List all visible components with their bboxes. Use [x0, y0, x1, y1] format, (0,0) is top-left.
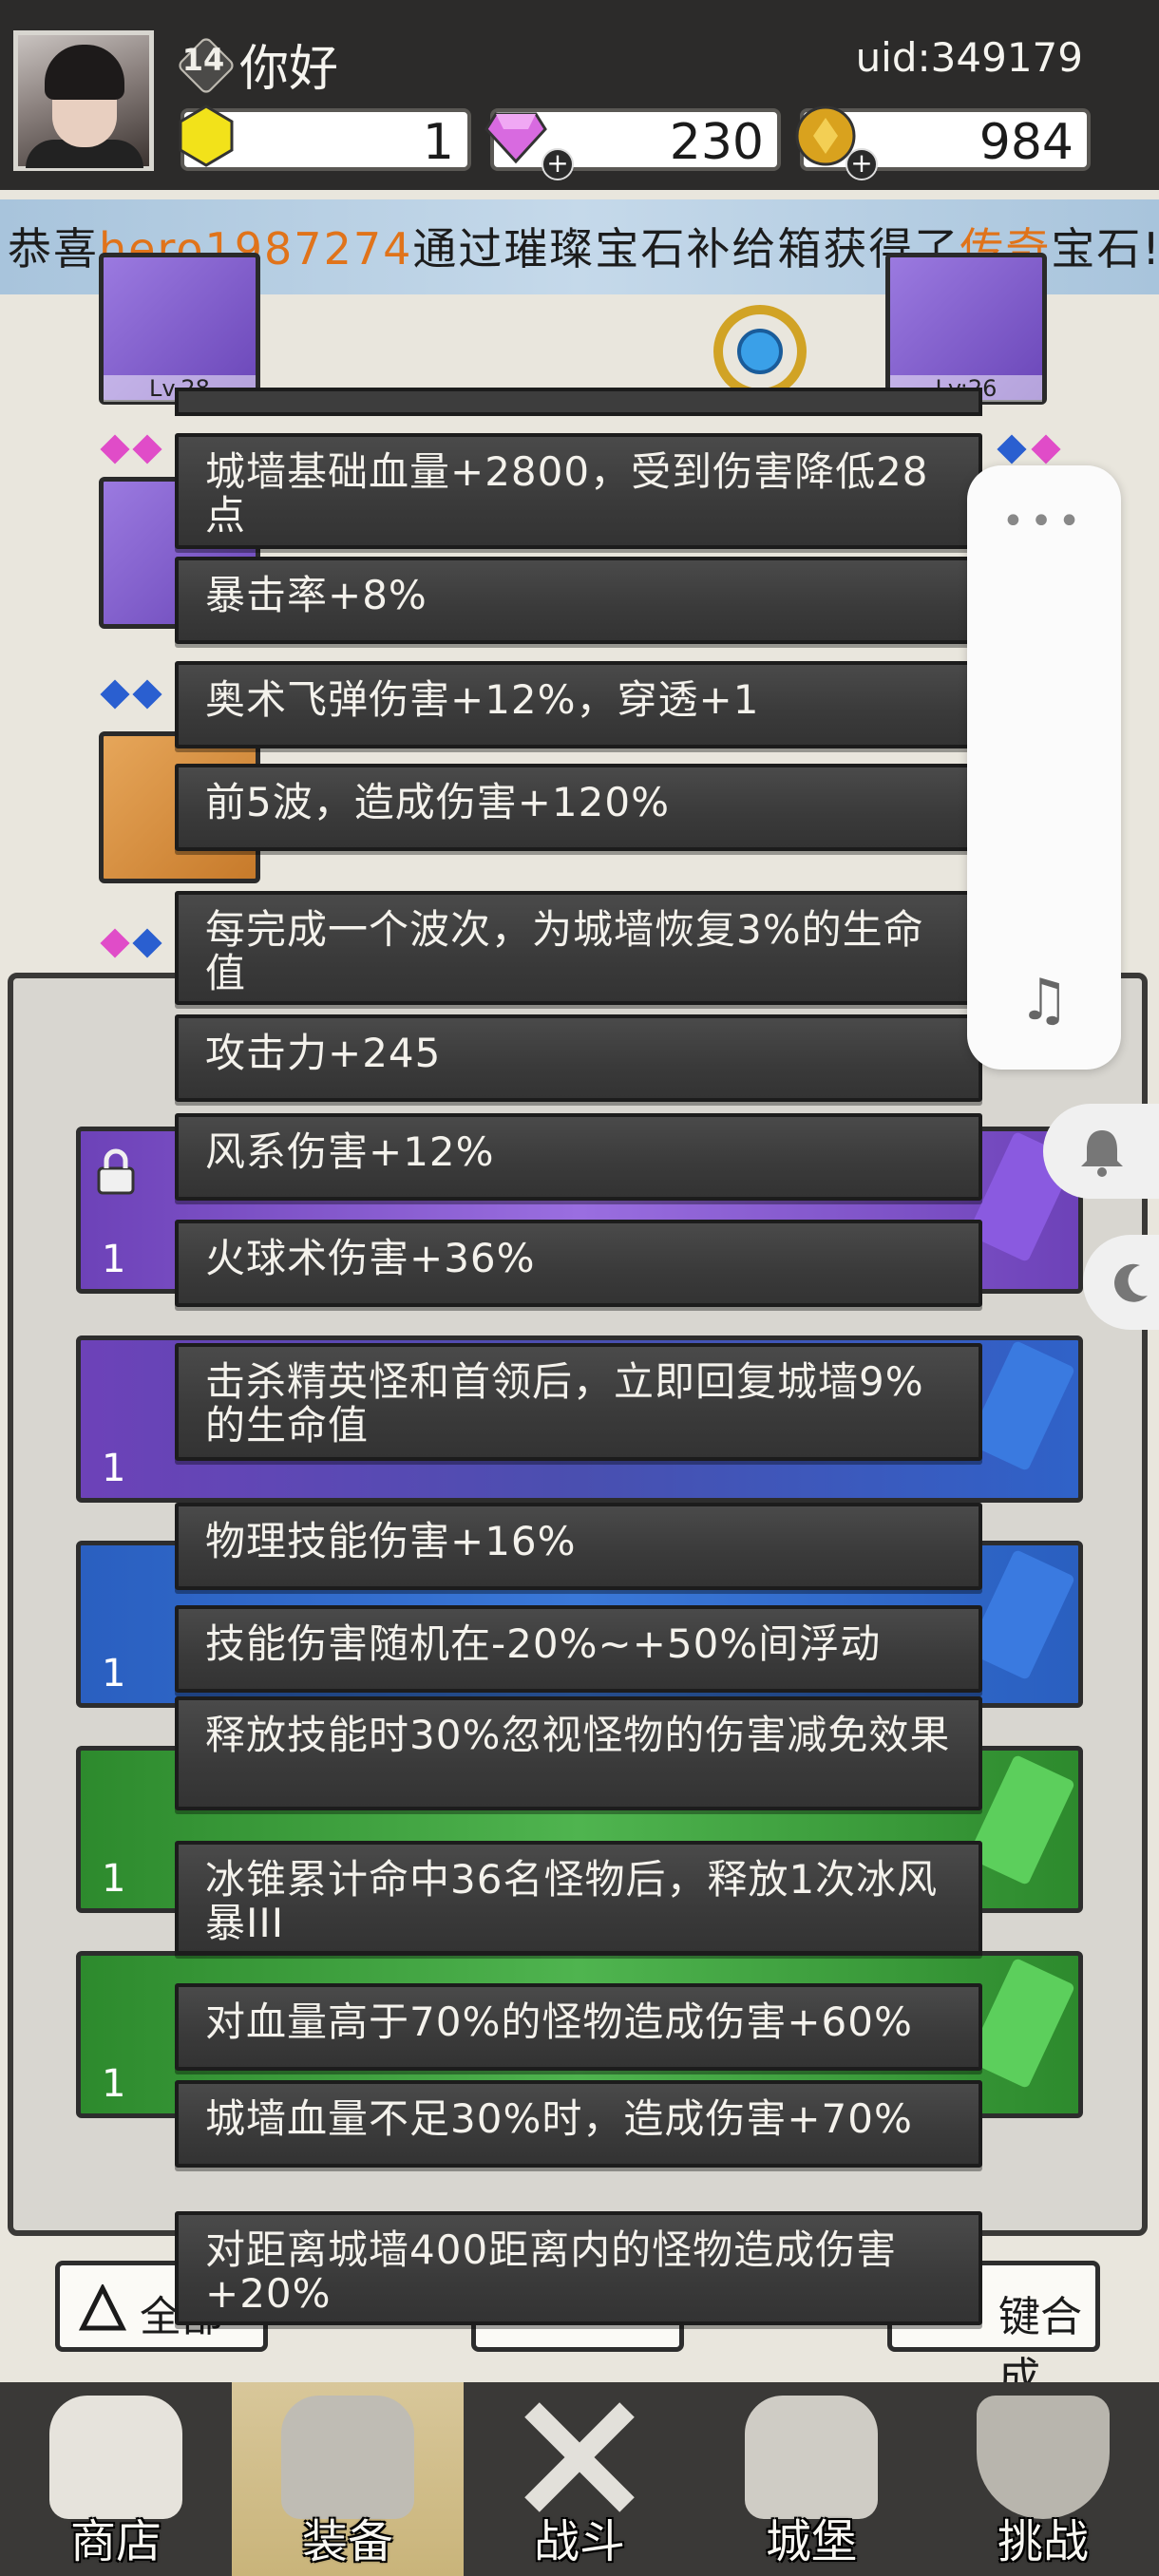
nav-equipment[interactable]: 装备 [232, 2382, 464, 2576]
nav-shop-label: 商店 [69, 2515, 162, 2568]
backpack-icon [281, 2396, 414, 2519]
nav-challenge[interactable]: 挑战 [927, 2382, 1159, 2576]
notification-tab[interactable] [1043, 1104, 1159, 1199]
bell-icon [1081, 1130, 1123, 1177]
stat-entry: 技能伤害随机在-20%~+50%间浮动 [175, 1605, 982, 1693]
diamond-icon [484, 112, 547, 164]
player-name: 你好 [239, 41, 339, 98]
nav-equipment-label: 装备 [301, 2515, 393, 2568]
top-header: 14 你好 uid:349179 1 230 + 984 + [0, 0, 1159, 190]
stat-entry: 击杀精英怪和首领后，立即回复城墙9%的生命值 [175, 1343, 982, 1461]
equip-slot-helmet[interactable]: Lv.28 [99, 253, 260, 405]
nav-castle-label: 城堡 [765, 2515, 857, 2568]
pink-gem-dot-icon [100, 434, 130, 464]
moon-icon [1114, 1263, 1148, 1302]
yellow-gem-icon [179, 104, 234, 167]
blue-gem-dot-icon [100, 679, 130, 710]
stat-entry: 城墙血量不足30%时，造成伤害+70% [175, 2080, 982, 2168]
stat-entry: 物理技能伤害+16% [175, 1503, 982, 1590]
pink-gem-dot-icon [100, 928, 130, 958]
add-coin-button[interactable]: + [846, 148, 878, 180]
shield-icon [977, 2396, 1110, 2519]
castle-icon [745, 2396, 878, 2519]
stat-entry: 暴击率+8% [175, 557, 982, 644]
more-options-icon[interactable]: ••• [967, 500, 1121, 543]
player-level: 14 [181, 42, 225, 78]
stat-entry: 释放技能时30%忽视怪物的伤害减免效果 [175, 1696, 982, 1810]
stat-list-overlay: 城墙基础血量+2800，受到伤害降低28点 暴击率+8% 奥术飞弹伤害+12%，… [175, 388, 982, 2325]
shop-tent-icon [49, 2396, 182, 2519]
pink-gem-dot-icon [1031, 434, 1061, 464]
lock-icon [97, 1148, 135, 1195]
stat-entry: 火球术伤害+36% [175, 1220, 982, 1307]
item-count: 1 [102, 1652, 126, 1695]
nav-battle-label: 战斗 [533, 2515, 625, 2568]
music-note-icon[interactable]: ♫ [967, 967, 1121, 1033]
nav-shop[interactable]: 商店 [0, 2382, 232, 2576]
blue-gem-dot-icon [997, 434, 1027, 464]
gold-crystal-value: 1 [422, 114, 454, 171]
crossed-swords-icon [524, 2402, 635, 2512]
add-diamond-button[interactable]: + [542, 148, 574, 180]
player-uid: uid:349179 [855, 34, 1083, 81]
equip-slot-boots[interactable]: Lv:26 [885, 253, 1047, 405]
stat-entry: 对距离城墙400距离内的怪物造成伤害+20% [175, 2211, 982, 2325]
stat-entry: 前5波，造成伤害+120% [175, 764, 982, 851]
stat-entry: 城墙基础血量+2800，受到伤害降低28点 [175, 433, 982, 549]
nav-battle[interactable]: 战斗 [464, 2382, 695, 2576]
blue-gem-dot-icon [132, 928, 162, 958]
diamond-value: 230 [669, 114, 764, 171]
blue-gem-dot-icon [132, 679, 162, 710]
stat-entry: 风系伤害+12% [175, 1113, 982, 1201]
stat-entry: 攻击力+245 [175, 1014, 982, 1102]
hero-staff-orb-icon [713, 305, 807, 398]
player-avatar[interactable] [13, 30, 154, 171]
item-count: 1 [102, 1857, 126, 1901]
stat-entry: 每完成一个波次，为城墙恢复3%的生命值 [175, 891, 982, 1005]
stat-entry: 奥术飞弹伤害+12%，穿透+1 [175, 661, 982, 748]
stat-entry: 冰锥累计命中36名怪物后，释放1次冰风暴III [175, 1841, 982, 1955]
nav-castle[interactable]: 城堡 [695, 2382, 927, 2576]
coin-value: 984 [978, 114, 1074, 171]
item-count: 1 [102, 1447, 126, 1490]
pink-gem-dot-icon [132, 434, 162, 464]
triangle-filter-icon [79, 2284, 126, 2331]
bottom-navigation: 商店 装备 战斗 城堡 挑战 [0, 2382, 1159, 2576]
item-count: 1 [102, 2062, 126, 2106]
stat-entry: 对血量高于70%的怪物造成伤害+60% [175, 1983, 982, 2071]
nav-challenge-label: 挑战 [997, 2515, 1089, 2568]
item-count: 1 [102, 1238, 126, 1281]
